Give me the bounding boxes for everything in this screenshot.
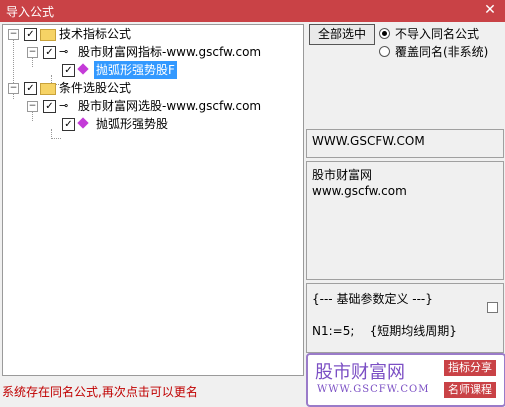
tree-node-formula[interactable]: ✓ 抛弧形强势股 — [3, 115, 301, 133]
tree-node-label: 抛弧形强势股 — [96, 117, 169, 131]
tree-node-formula-selected[interactable]: ✓ 抛弧形强势股F — [3, 61, 301, 79]
radio-overwrite[interactable] — [379, 46, 390, 57]
collapse-icon[interactable]: − — [27, 47, 38, 58]
param-line2: N1:=5; {短期均线周期} — [312, 324, 457, 338]
tree-node-tech-indicators[interactable]: − ✓ 技术指标公式 — [3, 25, 301, 43]
watermark-name: 股市财富网 — [315, 362, 405, 383]
checkbox-icon[interactable]: ✓ — [24, 82, 37, 95]
tree-node-selection-group[interactable]: − ✓ ⊸ 股市财富网选股-www.gscfw.com — [3, 97, 301, 115]
tree-node-label: 技术指标公式 — [59, 27, 132, 41]
select-all-button[interactable]: 全部选中 — [309, 24, 375, 45]
tree-node-label: 抛弧形强势股F — [94, 61, 177, 79]
tree-node-label: 股市财富网选股-www.gscfw.com — [78, 99, 262, 113]
radio-no-import-label: 不导入同名公式 — [395, 27, 480, 41]
key-icon: ⊸ — [59, 99, 69, 112]
title-bar: 导入公式 ✕ — [0, 0, 505, 22]
radio-overwrite-label: 覆盖同名(非系统) — [395, 45, 489, 59]
folder-icon — [40, 29, 56, 41]
watermark-tag-share: 指标分享 — [444, 360, 496, 376]
tree-line — [51, 138, 61, 139]
checkbox-icon[interactable]: ✓ — [62, 64, 75, 77]
status-text: 系统存在同名公式,再次点击可以更名 — [2, 385, 198, 399]
description-panel: 股市财富网 www.gscfw.com — [306, 161, 504, 280]
collapse-icon[interactable]: − — [8, 29, 19, 40]
key-icon: ⊸ — [59, 45, 69, 58]
collapse-icon[interactable]: − — [27, 101, 38, 112]
folder-icon — [40, 83, 56, 95]
site-text: WWW.GSCFW.COM — [312, 134, 425, 148]
close-icon[interactable]: ✕ — [481, 1, 499, 19]
formula-tree[interactable]: − ✓ 技术指标公式 − ✓ ⊸ 股市财富网指标-www.gscfw.com ✓… — [2, 24, 304, 376]
checkbox-icon[interactable]: ✓ — [24, 28, 37, 41]
checkbox-icon[interactable]: ✓ — [43, 46, 56, 59]
site-panel: WWW.GSCFW.COM — [306, 129, 504, 158]
watermark-url: WWW.GSCFW.COM — [317, 384, 430, 395]
formula-icon — [77, 63, 89, 75]
collapse-icon[interactable]: − — [8, 83, 19, 94]
radio-no-import[interactable] — [379, 28, 390, 39]
checkbox-icon[interactable] — [487, 302, 498, 313]
tree-node-label: 条件选股公式 — [59, 81, 132, 95]
description-line1: 股市财富网 — [312, 168, 373, 182]
watermark-tag-course: 名师课程 — [444, 382, 496, 398]
tree-node-indicator-group[interactable]: − ✓ ⊸ 股市财富网指标-www.gscfw.com — [3, 43, 301, 61]
window-title: 导入公式 — [6, 5, 55, 19]
param-line1: {--- 基础参数定义 ---} — [312, 292, 433, 306]
parameter-panel: {--- 基础参数定义 ---} N1:=5; {短期均线周期} — [306, 283, 504, 353]
formula-icon — [77, 117, 89, 129]
tree-node-stock-selection[interactable]: − ✓ 条件选股公式 — [3, 79, 301, 97]
description-line2: www.gscfw.com — [312, 184, 407, 198]
tree-node-label: 股市财富网指标-www.gscfw.com — [78, 45, 262, 59]
checkbox-icon[interactable]: ✓ — [43, 100, 56, 113]
watermark-logo: 股市财富网 WWW.GSCFW.COM 指标分享 名师课程 — [306, 353, 505, 407]
checkbox-icon[interactable]: ✓ — [62, 118, 75, 131]
